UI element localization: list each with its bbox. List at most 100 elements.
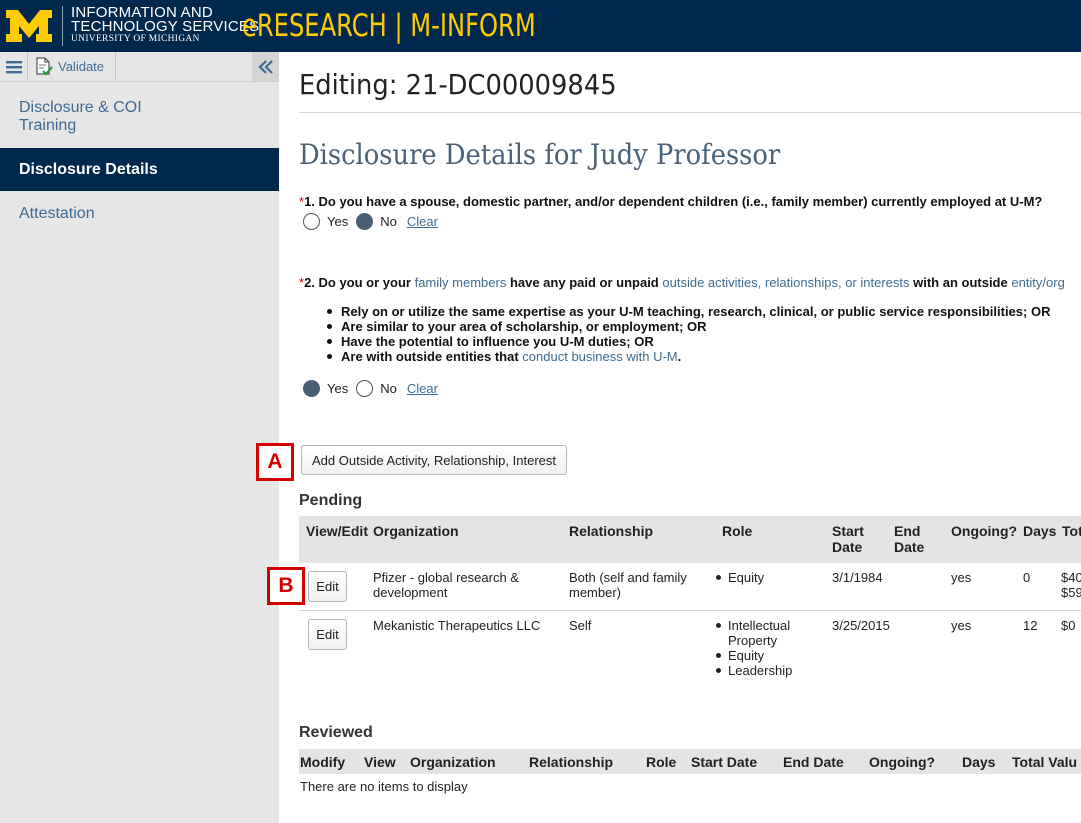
reviewed-heading: Reviewed <box>299 724 373 741</box>
family-members-link[interactable]: family members <box>415 275 507 290</box>
menu-button[interactable] <box>0 52 28 81</box>
entity-link[interactable]: entity/org <box>1011 275 1064 290</box>
question-2-radio-group: Yes No Clear <box>303 380 438 397</box>
org-line-3: UNIVERSITY OF MICHIGAN <box>71 34 200 44</box>
q2-no-label: No <box>380 381 397 396</box>
reviewed-empty-message: There are no items to display <box>300 779 468 794</box>
title-divider <box>299 112 1081 113</box>
conduct-business-link[interactable]: conduct business with U-M <box>522 349 677 364</box>
reviewed-table-header: Modify View Organization Relationship Ro… <box>299 749 1081 774</box>
col-relationship: Relationship <box>529 754 614 770</box>
role-item: Equity <box>714 648 804 663</box>
question-1: *1. Do you have a spouse, domestic partn… <box>299 194 1042 209</box>
annotation-marker-a: A <box>256 443 294 481</box>
question-2-text-end: with an outside <box>909 275 1012 290</box>
cell-ongoing: yes <box>951 570 972 585</box>
col-ongoing: Ongoing? <box>869 754 936 770</box>
umich-block-m-logo <box>6 10 52 42</box>
question-2-criteria-list: Rely on or utilize the same expertise as… <box>326 304 1051 364</box>
outside-activities-link[interactable]: outside activities, relationships, or in… <box>662 275 909 290</box>
criteria-item-end: . <box>677 349 682 364</box>
total-line-1: $40 <box>1061 570 1081 585</box>
criteria-item: Are similar to your area of scholarship,… <box>326 319 1050 334</box>
validate-button[interactable]: Validate <box>29 52 116 81</box>
app-title: eRESEARCH | M-INFORM <box>242 8 536 44</box>
edit-button[interactable]: Edit <box>308 619 347 650</box>
cell-start-date: 3/1/1984 <box>832 570 883 585</box>
col-end-date: End Date <box>783 754 844 770</box>
sidebar: Validate Disclosure & COI Training Discl… <box>0 52 279 823</box>
hamburger-icon <box>5 60 22 73</box>
cell-relationship: Self <box>569 618 592 633</box>
app-header: INFORMATION AND TECHNOLOGY SERVICES UNIV… <box>0 0 1081 52</box>
col-modify: Modify <box>300 754 346 770</box>
cell-role: Equity <box>714 570 764 585</box>
col-organization: Organization <box>410 754 496 770</box>
cell-organization: Pfizer - global research & development <box>373 570 519 600</box>
col-organization: Organization <box>373 523 459 539</box>
cell-organization: Mekanistic Therapeutics LLC <box>373 618 541 633</box>
cell-ongoing: yes <box>951 618 972 633</box>
section-title: Disclosure Details for Judy Professor <box>299 138 781 171</box>
col-end-date: End Date <box>894 523 925 555</box>
col-relationship: Relationship <box>569 523 654 539</box>
criteria-item: Rely on or utilize the same expertise as… <box>326 304 1051 319</box>
col-start-date: Start Date <box>691 754 758 770</box>
role-item: Intellectual Property <box>714 618 804 648</box>
question-1-radio-group: Yes No Clear <box>303 213 438 230</box>
sidebar-item-disclosure-coi-training[interactable]: Disclosure & COI Training <box>0 99 170 135</box>
q2-yes-label: Yes <box>327 381 349 396</box>
validate-label: Validate <box>58 59 105 74</box>
col-role: Role <box>722 523 753 539</box>
question-2: *2. Do you or your family members have a… <box>299 275 1065 290</box>
pending-heading: Pending <box>299 492 363 509</box>
col-total-value: Total Valu <box>1012 754 1078 770</box>
add-outside-activity-button[interactable]: Add Outside Activity, Relationship, Inte… <box>301 445 567 475</box>
org-line-2: TECHNOLOGY SERVICES <box>71 18 260 35</box>
edit-button[interactable]: Edit <box>308 571 347 602</box>
col-days: Days <box>1023 523 1057 539</box>
total-line-2: $59 <box>1061 585 1081 600</box>
cell-relationship: Both (self and family member) <box>569 570 687 600</box>
criteria-item-text: Are with outside entities that <box>341 349 523 364</box>
q2-yes-radio[interactable] <box>303 380 320 397</box>
question-2-text-mid: have any paid or unpaid <box>506 275 663 290</box>
cell-total: $40 $59 <box>1061 570 1081 600</box>
role-item: Leadership <box>714 663 804 678</box>
cell-total: $0 <box>1061 618 1076 633</box>
criteria-item: Are with outside entities that conduct b… <box>326 349 1050 364</box>
question-2-text-start: 2. Do you or your <box>304 275 415 290</box>
editing-title: Editing: 21-DC00009845 <box>299 68 617 101</box>
cell-role: Intellectual Property Equity Leadership <box>714 618 804 678</box>
col-ongoing: Ongoing? <box>951 523 1018 539</box>
q1-no-label: No <box>380 214 397 229</box>
q1-yes-radio[interactable] <box>303 213 320 230</box>
role-item: Equity <box>714 570 764 585</box>
cell-start-date: 3/25/2015 <box>832 618 890 633</box>
question-1-text: 1. Do you have a spouse, domestic partne… <box>304 194 1043 209</box>
pending-table-header: View/Edit Organization Relationship Role… <box>299 516 1081 563</box>
row-divider <box>299 610 1081 611</box>
col-view-edit: View/Edit <box>306 523 368 539</box>
validate-document-icon <box>36 57 53 76</box>
double-chevron-left-icon <box>257 59 273 74</box>
cell-days: 12 <box>1023 618 1038 633</box>
q2-clear-link[interactable]: Clear <box>407 381 438 396</box>
sidebar-item-disclosure-details[interactable]: Disclosure Details <box>0 148 279 191</box>
col-total: Tot <box>1062 523 1081 539</box>
q1-clear-link[interactable]: Clear <box>407 214 438 229</box>
its-wordmark: INFORMATION AND TECHNOLOGY SERVICES UNIV… <box>62 5 260 46</box>
q1-yes-label: Yes <box>327 214 349 229</box>
col-days: Days <box>962 754 996 770</box>
main-content: Editing: 21-DC00009845 Disclosure Detail… <box>256 52 1081 823</box>
sidebar-toolbar: Validate <box>0 52 279 82</box>
collapse-sidebar-button[interactable] <box>252 52 279 81</box>
q2-no-radio[interactable] <box>356 380 374 397</box>
col-view: View <box>364 754 396 770</box>
sidebar-item-attestation[interactable]: Attestation <box>0 205 279 223</box>
col-start-date: Start Date <box>832 523 864 555</box>
annotation-marker-b: B <box>267 567 305 605</box>
q1-no-radio[interactable] <box>356 213 374 230</box>
col-role: Role <box>646 754 677 770</box>
cell-days: 0 <box>1023 570 1031 585</box>
